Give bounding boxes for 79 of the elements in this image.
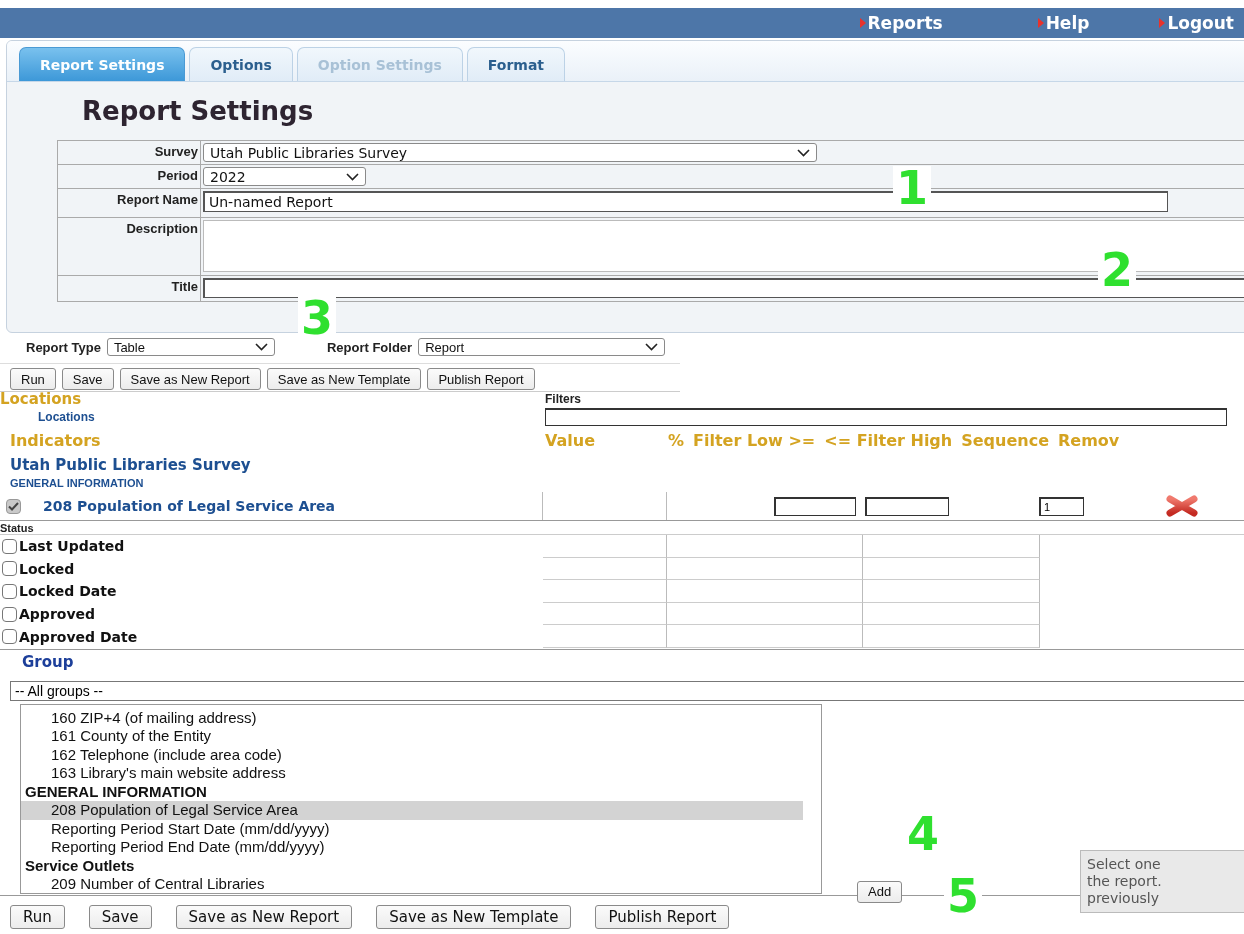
indicator-label: 208 Population of Legal Service Area bbox=[43, 498, 336, 514]
tab[interactable]: Options bbox=[189, 47, 293, 81]
toolbar-button[interactable]: Save as New Report bbox=[175, 904, 353, 929]
status-label: Locked Date bbox=[19, 583, 117, 600]
group-dropdown[interactable]: -- All groups -- bbox=[10, 680, 1244, 701]
toolbar-button[interactable]: Save as New Template bbox=[376, 904, 572, 929]
toolbar-button[interactable]: Save bbox=[88, 904, 152, 929]
column-header: Value bbox=[545, 430, 597, 450]
filter-low-field[interactable] bbox=[774, 496, 856, 516]
toolbar-button[interactable]: Run bbox=[10, 368, 56, 390]
dropdown[interactable]: 2022 bbox=[203, 167, 366, 186]
list-item[interactable]: 163 Library's main website address bbox=[21, 764, 803, 783]
page-heading: Report Settings bbox=[82, 96, 314, 128]
filter-high-field[interactable] bbox=[865, 496, 949, 516]
list-item[interactable]: 208 Population of Legal Service Area bbox=[21, 801, 803, 820]
list-item[interactable]: 160 ZIP+4 (of mailing address) bbox=[21, 708, 803, 728]
field-label: Survey bbox=[58, 141, 201, 165]
list-item[interactable]: Reporting Period End Date (mm/dd/yyyy) bbox=[21, 838, 803, 857]
group-title: Group bbox=[22, 652, 74, 673]
toolbar-button[interactable]: Save as New Report bbox=[119, 368, 261, 390]
status-label: Last Updated bbox=[19, 538, 125, 555]
survey-title: Utah Public Libraries Survey bbox=[10, 456, 252, 474]
checkbox[interactable] bbox=[2, 561, 17, 577]
column-header: Indicators bbox=[9, 430, 102, 450]
status-label: Approved Date bbox=[19, 628, 138, 645]
field-label: Report Name bbox=[58, 189, 201, 218]
column-header: Remov bbox=[1058, 430, 1120, 450]
toolbar-button[interactable]: Save bbox=[61, 368, 114, 390]
check-icon bbox=[8, 501, 19, 511]
checkbox[interactable] bbox=[2, 538, 17, 554]
dropdown[interactable]: Table bbox=[106, 338, 275, 356]
list-item[interactable]: 161 County of the Entity bbox=[21, 727, 803, 746]
column-header: Sequence bbox=[961, 430, 1049, 450]
locations-label: Locations bbox=[37, 410, 96, 424]
tab[interactable]: Format bbox=[466, 47, 566, 81]
checkbox[interactable] bbox=[2, 629, 17, 645]
status-label: Approved bbox=[19, 606, 96, 623]
status-label: Locked bbox=[19, 560, 75, 577]
column-header: Filter Low >= bbox=[693, 430, 816, 450]
nav-link[interactable]: Reports bbox=[867, 13, 943, 33]
checkbox[interactable] bbox=[2, 606, 17, 622]
list-group-header: GENERAL INFORMATION bbox=[24, 782, 208, 802]
list-item[interactable]: 209 Number of Central Libraries bbox=[21, 875, 803, 893]
toolbar-button[interactable]: Publish Report bbox=[427, 368, 535, 390]
checkbox[interactable] bbox=[6, 498, 21, 514]
add-button[interactable]: Add bbox=[857, 880, 903, 903]
toolbar-button[interactable]: Save as New Template bbox=[266, 368, 422, 390]
toolbar-button[interactable]: Run bbox=[10, 904, 65, 929]
arrow-icon bbox=[1159, 18, 1166, 28]
chevron-icon bbox=[797, 148, 810, 157]
arrow-icon bbox=[1037, 18, 1044, 28]
list-item[interactable]: Reporting Period Start Date (mm/dd/yyyy) bbox=[21, 819, 803, 839]
field-label: Title bbox=[58, 276, 201, 302]
column-header: % bbox=[668, 430, 685, 450]
list-group-header: Service Outlets bbox=[24, 856, 136, 876]
checkbox[interactable] bbox=[2, 584, 17, 599]
chevron-icon bbox=[254, 343, 268, 351]
arrow-icon bbox=[859, 18, 866, 28]
chevron-icon bbox=[346, 172, 359, 181]
dropdown[interactable]: Report bbox=[418, 338, 666, 356]
column-header: <= Filter High bbox=[824, 430, 953, 450]
nav-link[interactable]: Logout bbox=[1167, 13, 1234, 33]
list-item[interactable]: 162 Telephone (include area code) bbox=[21, 745, 803, 765]
cross-icon[interactable] bbox=[1164, 495, 1200, 517]
section-title: GENERAL INFORMATION bbox=[10, 477, 145, 489]
dropdown[interactable]: Utah Public Libraries Survey bbox=[203, 143, 817, 162]
nav-link[interactable]: Help bbox=[1045, 13, 1090, 33]
toolbar-button[interactable]: Publish Report bbox=[595, 904, 730, 929]
field-label: Report Folder bbox=[326, 339, 413, 355]
field-label: Description bbox=[58, 218, 201, 276]
tooltip: Select one the report. previously bbox=[1080, 850, 1244, 913]
filter-label: Filters bbox=[545, 392, 582, 406]
filter-field[interactable] bbox=[545, 408, 1227, 426]
status-title: Status bbox=[0, 522, 1244, 535]
section-title: Locations bbox=[0, 390, 83, 408]
chevron-icon bbox=[645, 343, 659, 351]
sequence-field[interactable]: 1 bbox=[1039, 496, 1084, 516]
field-label: Report Type bbox=[26, 339, 101, 355]
field-label: Period bbox=[58, 165, 201, 189]
